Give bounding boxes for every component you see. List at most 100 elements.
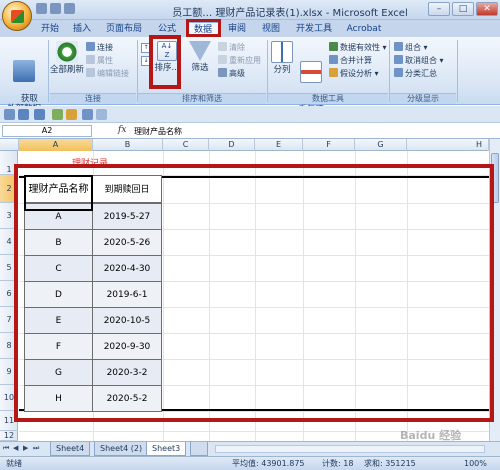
tab-review[interactable]: 审阅 [224, 22, 250, 37]
column-header-g[interactable]: G [355, 139, 407, 151]
sort-button[interactable]: A↓ Z 排序... [153, 41, 181, 73]
scroll-thumb[interactable] [491, 153, 499, 203]
window-title: 员工额… 理财产品记录表(1).xlsx - Microsoft Excel [172, 8, 408, 19]
save-icon[interactable] [36, 3, 47, 14]
refresh-all-button[interactable]: 全部刷新 [50, 41, 84, 75]
tab-insert[interactable]: 插入 [68, 22, 96, 37]
what-if-analysis-button[interactable]: 假设分析 ▾ [329, 68, 379, 79]
undo-icon[interactable] [18, 109, 29, 120]
ungroup-button[interactable]: 取消组合 ▾ [394, 55, 444, 66]
fx-icon[interactable]: fx [118, 125, 126, 135]
table-cell-redeem-date[interactable]: 2020-9-30 [92, 333, 162, 360]
column-header-h[interactable]: H [407, 139, 489, 151]
table-cell-product[interactable]: G [24, 359, 93, 386]
tab-formulas[interactable]: 公式 [154, 22, 180, 37]
name-box[interactable]: A2 [2, 125, 92, 137]
formula-input[interactable]: 理财产品名称 [134, 126, 182, 137]
table-cell-product[interactable]: E [24, 307, 93, 334]
customize-toolbar-icon[interactable] [96, 109, 107, 120]
outline-group-label: 分级显示 [390, 93, 456, 104]
properties-button[interactable]: 属性 [86, 55, 113, 66]
refresh-icon[interactable] [52, 109, 63, 120]
clear-button[interactable]: 清除 [218, 42, 245, 53]
row-header-12[interactable]: 12 [0, 431, 18, 441]
redo-icon[interactable] [64, 3, 75, 14]
row-header-6[interactable]: 6 [0, 281, 18, 307]
table-cell-redeem-date[interactable]: 2020-5-26 [92, 229, 162, 256]
minimize-button[interactable]: – [428, 2, 450, 16]
row-header-9[interactable]: 9 [0, 359, 18, 385]
print-preview-icon[interactable] [82, 109, 93, 120]
ribbon-tab-bar: 开始 插入 页面布局 公式 数据 审阅 视图 开发工具 Acrobat [0, 20, 500, 37]
split-columns-icon [271, 41, 293, 63]
advanced-button[interactable]: 高级 [218, 68, 245, 79]
column-header-a[interactable]: A [19, 139, 93, 151]
tab-acrobat[interactable]: Acrobat [344, 22, 384, 37]
last-sheet-icon[interactable]: ⏭ [33, 444, 41, 453]
row-header-7[interactable]: 7 [0, 307, 18, 333]
zoom-level[interactable]: 100% [464, 458, 487, 470]
sheet-tab-sheet4-2[interactable]: Sheet4 (2) [94, 442, 149, 456]
vertical-scrollbar[interactable] [489, 139, 500, 441]
office-logo-icon [11, 10, 24, 23]
connections-button[interactable]: 连接 [86, 42, 113, 53]
tab-data[interactable]: 数据 [186, 22, 220, 37]
data-validation-button[interactable]: 数据有效性 ▾ [329, 42, 387, 53]
table-cell-product[interactable]: H [24, 385, 93, 412]
table-header-redeem-date[interactable]: 到期赎回日 [92, 175, 162, 203]
office-button[interactable] [2, 1, 32, 31]
consolidate-button[interactable]: 合并计算 [329, 55, 372, 66]
reapply-button[interactable]: 重新应用 [218, 55, 261, 66]
undo-icon[interactable] [50, 3, 61, 14]
column-header-c[interactable]: C [163, 139, 209, 151]
prev-sheet-icon[interactable]: ◀ [13, 444, 21, 453]
table-cell-redeem-date[interactable]: 2020-4-30 [92, 255, 162, 282]
subtotal-button[interactable]: 分类汇总 [394, 68, 437, 79]
sheet-tab-sheet4[interactable]: Sheet4 [50, 442, 91, 456]
edit-links-button[interactable]: 编辑链接 [86, 68, 129, 79]
text-to-columns-button[interactable]: 分列 [269, 41, 295, 75]
row-header-4[interactable]: 4 [0, 229, 18, 255]
row-header-2[interactable]: 2 [0, 175, 18, 203]
table-cell-product[interactable]: F [24, 333, 93, 360]
table-cell-redeem-date[interactable]: 2019-6-1 [92, 281, 162, 308]
row-header-11[interactable]: 11 [0, 411, 18, 431]
table-cell-redeem-date[interactable]: 2020-5-2 [92, 385, 162, 412]
open-icon[interactable] [66, 109, 77, 120]
table-cell-redeem-date[interactable]: 2020-3-2 [92, 359, 162, 386]
column-header-d[interactable]: D [209, 139, 255, 151]
table-cell-product[interactable]: C [24, 255, 93, 282]
row-header-3[interactable]: 3 [0, 203, 18, 229]
group-icon [394, 42, 403, 51]
first-sheet-icon[interactable]: ⏮ [3, 444, 11, 453]
new-sheet-icon[interactable] [190, 442, 208, 456]
select-all-corner[interactable] [0, 139, 19, 151]
horizontal-scrollbar[interactable] [215, 445, 485, 453]
sort-ascending-icon[interactable]: ↑ [141, 43, 151, 53]
table-cell-redeem-date[interactable]: 2019-5-27 [92, 203, 162, 230]
table-cell-redeem-date[interactable]: 2020-10-5 [92, 307, 162, 334]
row-header-8[interactable]: 8 [0, 333, 18, 359]
next-sheet-icon[interactable]: ▶ [23, 444, 31, 453]
tab-developer[interactable]: 开发工具 [294, 22, 334, 37]
redo-icon[interactable] [34, 109, 45, 120]
sort-descending-icon[interactable]: ↓ [141, 56, 151, 66]
close-button[interactable]: ✕ [476, 2, 498, 16]
tab-view[interactable]: 视图 [258, 22, 284, 37]
column-header-e[interactable]: E [255, 139, 303, 151]
tab-home[interactable]: 开始 [36, 22, 64, 37]
row-header-10[interactable]: 10 [0, 385, 18, 411]
filter-button[interactable]: 筛选 [186, 41, 214, 73]
active-cell-a2[interactable] [24, 175, 93, 211]
column-header-b[interactable]: B [93, 139, 163, 151]
table-cell-product[interactable]: D [24, 281, 93, 308]
save-icon[interactable] [4, 109, 15, 120]
row-header-1[interactable]: 1 [0, 151, 18, 175]
tab-page-layout[interactable]: 页面布局 [104, 22, 144, 37]
maximize-button[interactable]: □ [452, 2, 474, 16]
column-header-f[interactable]: F [303, 139, 355, 151]
group-button[interactable]: 组合 ▾ [394, 42, 428, 53]
row-header-5[interactable]: 5 [0, 255, 18, 281]
table-cell-product[interactable]: B [24, 229, 93, 256]
sheet-tab-sheet3[interactable]: Sheet3 [146, 442, 187, 456]
